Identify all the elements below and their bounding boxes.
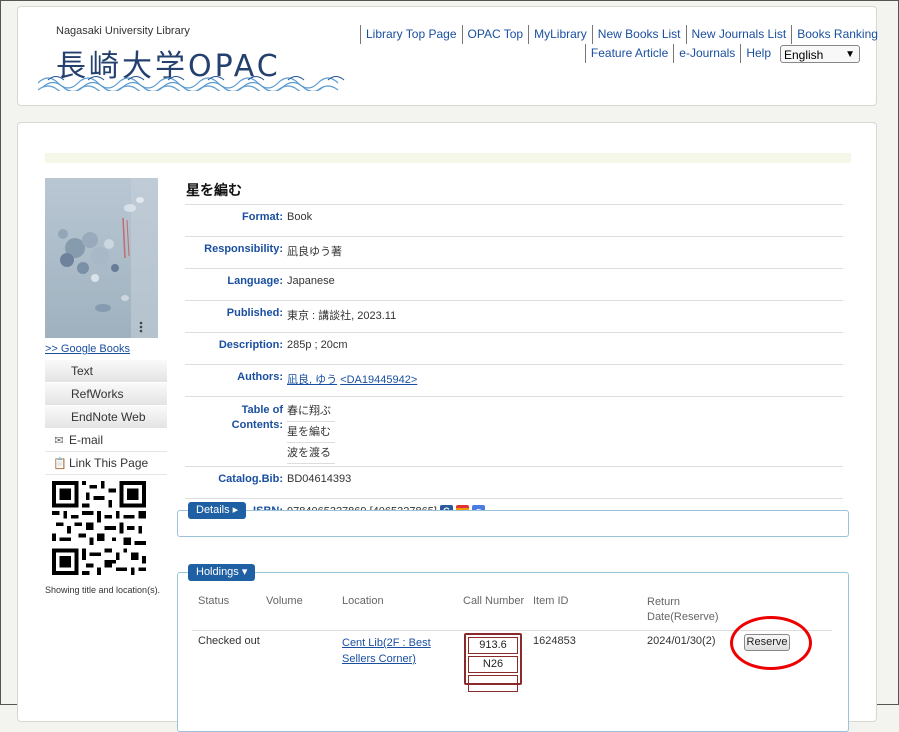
site-header: Nagasaki University Library 長崎大学OPAC Lib…: [17, 6, 878, 106]
envelope-icon: ✉: [54, 435, 64, 447]
col-item-id: Item ID: [533, 595, 569, 607]
field-language: Japanese: [287, 268, 843, 301]
nav-opac-top[interactable]: OPAC Top: [461, 25, 529, 44]
export-menu: Text RefWorks EndNote Web ✉ E-mail 📋 Link …: [45, 360, 167, 475]
record-title: 星を編む: [186, 183, 242, 199]
details-tab[interactable]: Details ▸: [188, 502, 247, 519]
field-responsibility: 凪良ゆう著: [287, 236, 843, 269]
col-status: Status: [198, 595, 230, 607]
holding-return-date: 2024/01/30(2): [647, 635, 716, 647]
field-label-language: Language:: [185, 268, 287, 301]
nav-books-ranking[interactable]: Books Ranking: [791, 25, 878, 44]
holdings-tab[interactable]: Holdings ▾: [188, 564, 256, 581]
field-label-published: Published:: [185, 300, 287, 333]
field-format: Book: [287, 204, 843, 237]
author-id-link[interactable]: <DA19445942>: [340, 374, 417, 386]
link-this-page-label: Link This Page: [69, 456, 149, 470]
toc-label-line-1: Table of: [241, 404, 283, 416]
field-toc: 春に翔ぶ 星を編む 波を渡る: [287, 396, 843, 467]
export-refworks-button[interactable]: RefWorks: [45, 383, 167, 406]
qr-caption: Showing title and location(s).: [45, 585, 161, 595]
logo-subtitle: Nagasaki University Library: [56, 25, 190, 37]
toc-item: 星を編む: [287, 424, 335, 443]
field-authors: 凪良, ゆう <DA19445942>: [287, 364, 843, 397]
holding-location-line-1: Cent Lib(2F : Best: [342, 637, 431, 649]
export-endnote-button[interactable]: EndNote Web: [45, 406, 167, 429]
field-label-toc: Table of Contents:: [185, 396, 287, 467]
holding-location-line-2: Sellers Corner): [342, 653, 416, 665]
nav-e-journals[interactable]: e-Journals: [673, 44, 740, 63]
nav-new-books[interactable]: New Books List: [591, 25, 686, 44]
col-return-line-1: Return: [647, 596, 681, 608]
record-container: >> Google Books Text RefWorks EndNote We…: [17, 122, 877, 732]
call-number-extra: [468, 675, 518, 692]
nav-help[interactable]: Help: [740, 44, 776, 63]
field-published: 東京 : 講談社, 2023.11: [287, 300, 843, 333]
call-number-class: 913.6: [468, 637, 518, 654]
toc-label-line-2: Contents:: [231, 419, 283, 431]
details-panel: Details ▸: [177, 502, 849, 537]
language-select-value: English: [784, 47, 824, 62]
toc-item: 波を渡る: [287, 445, 335, 464]
holding-status: Checked out: [198, 635, 260, 647]
field-label-format: Format:: [185, 204, 287, 237]
email-button[interactable]: ✉ E-mail: [45, 429, 167, 452]
col-return: Return Date(Reserve): [647, 595, 719, 625]
email-label: E-mail: [69, 433, 104, 447]
field-description: 285p ; 20cm: [287, 332, 843, 365]
bib-fields-table: Format: Book Responsibility: 凪良ゆう著 Languag…: [185, 204, 843, 532]
field-label-authors: Authors:: [185, 364, 287, 397]
holdings-panel: Holdings ▾ Status Volume Location Call N…: [177, 564, 849, 732]
col-call-number: Call Number: [463, 595, 525, 607]
export-text-button[interactable]: Text: [45, 360, 167, 383]
site-logo[interactable]: Nagasaki University Library 長崎大学OPAC: [38, 21, 348, 93]
google-books-link[interactable]: >> Google Books: [45, 343, 130, 355]
col-return-line-2: Date(Reserve): [647, 611, 719, 623]
toc-item: 春に翔ぶ: [287, 403, 335, 422]
nav-library-top[interactable]: Library Top Page: [360, 25, 462, 44]
wave-pattern-icon: [38, 76, 345, 91]
language-select[interactable]: English ▼: [780, 44, 860, 63]
header-nav: Library Top Page OPAC Top MyLibrary New Boo…: [360, 25, 878, 63]
qr-code-image: [52, 481, 146, 575]
nav-new-journals[interactable]: New Journals List: [685, 25, 792, 44]
nav-mylibrary[interactable]: MyLibrary: [528, 25, 592, 44]
field-label-description: Description:: [185, 332, 287, 365]
author-name-link[interactable]: 凪良, ゆう: [287, 374, 337, 386]
book-cover-image[interactable]: [45, 178, 158, 338]
chevron-down-icon: ▼: [845, 48, 855, 60]
nav-feature-article[interactable]: Feature Article: [584, 44, 673, 63]
holding-item-id: 1624853: [533, 635, 576, 647]
top-bar: [45, 153, 851, 163]
call-number-author: N26: [468, 656, 518, 673]
clipboard-icon: 📋: [53, 458, 67, 470]
call-number-box: 913.6 N26: [464, 633, 522, 692]
holding-location-link[interactable]: Cent Lib(2F : Best Sellers Corner): [342, 635, 431, 667]
col-location: Location: [342, 595, 384, 607]
link-this-page-button[interactable]: 📋 Link This Page: [45, 452, 167, 475]
field-label-catalog: Catalog.Bib:: [185, 466, 287, 499]
field-label-responsibility: Responsibility:: [185, 236, 287, 269]
field-catalog: BD04614393: [287, 466, 843, 499]
col-volume: Volume: [266, 595, 303, 607]
highlight-circle: [730, 616, 812, 670]
